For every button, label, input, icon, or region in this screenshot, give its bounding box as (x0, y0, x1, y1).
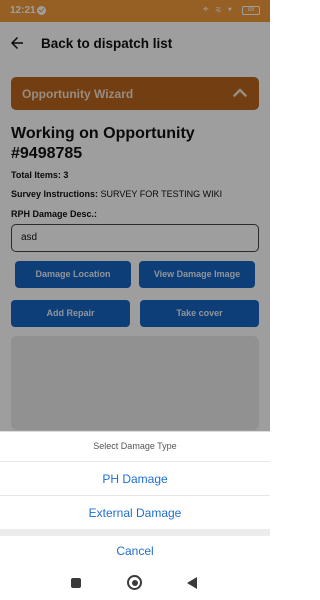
action-sheet-divider (0, 529, 270, 536)
modal-scrim[interactable] (0, 0, 270, 431)
android-nav-bar (0, 566, 270, 600)
nav-back-icon[interactable] (187, 577, 197, 589)
external-damage-option[interactable]: External Damage (0, 495, 270, 529)
home-icon[interactable] (127, 575, 142, 590)
ph-damage-option[interactable]: PH Damage (0, 461, 270, 495)
recent-apps-icon[interactable] (71, 578, 81, 588)
cancel-button[interactable]: Cancel (0, 536, 270, 566)
action-sheet-title: Select Damage Type (93, 441, 177, 451)
damage-type-action-sheet: Select Damage Type PH Damage External Da… (0, 431, 270, 535)
